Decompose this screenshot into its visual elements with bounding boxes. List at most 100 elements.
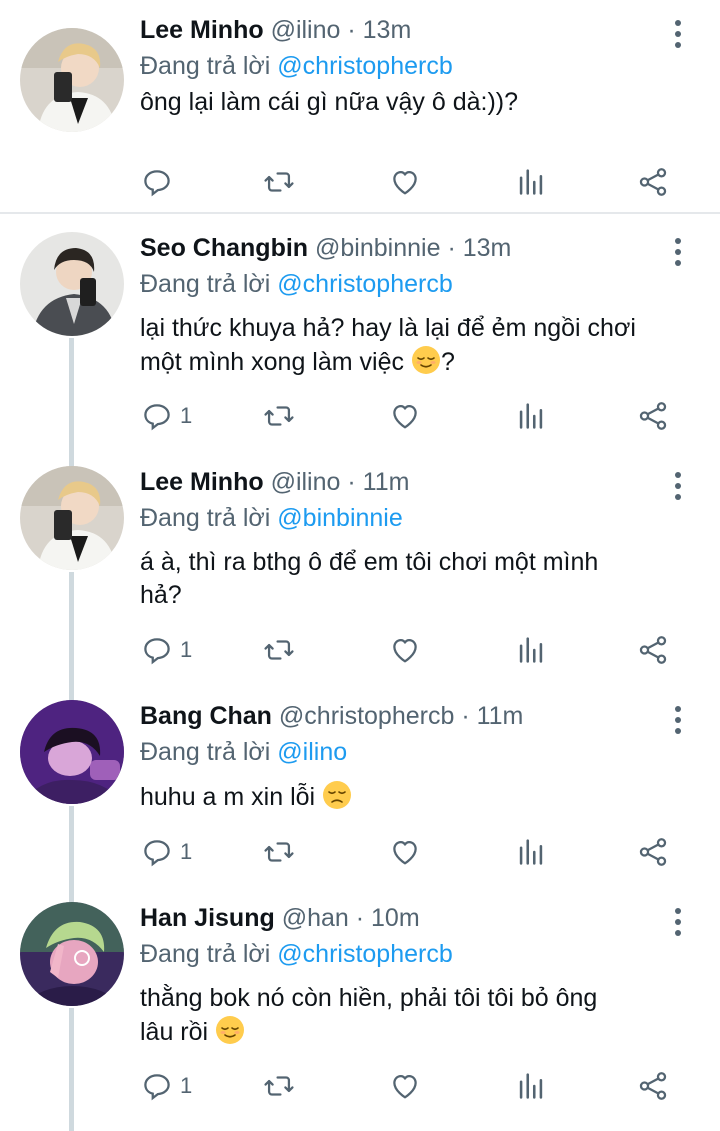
timestamp[interactable]: 11m (477, 702, 524, 730)
reply-icon (144, 404, 170, 431)
tweet-actions: 1 (140, 1066, 700, 1106)
tweet[interactable]: Lee Minho @ilino · 13m Đang trả lời @chr… (0, 0, 720, 212)
display-name[interactable]: Han Jisung (140, 904, 275, 932)
more-options-icon[interactable] (668, 236, 688, 268)
tweet-header: Lee Minho @ilino · 13m (140, 14, 411, 46)
more-options-icon[interactable] (668, 704, 688, 736)
avatar[interactable] (20, 466, 124, 570)
analytics-button[interactable] (514, 832, 548, 872)
replying-to-label: Đang trả lời (140, 52, 271, 80)
retweet-button[interactable] (262, 1066, 296, 1106)
like-button[interactable] (388, 832, 422, 872)
share-icon (639, 168, 667, 196)
display-name[interactable]: Seo Changbin (140, 234, 308, 262)
replying-to-label: Đang trả lời (140, 270, 271, 298)
tweet-text-segment: huhu a m xin lỗi (140, 783, 323, 811)
share-button[interactable] (636, 832, 670, 872)
share-button[interactable] (636, 162, 670, 202)
reply-count: 1 (180, 839, 193, 864)
analytics-icon (519, 637, 543, 663)
retweet-icon (264, 1076, 294, 1096)
reply-button[interactable]: 1 (140, 832, 192, 872)
replying-to-label: Đang trả lời (140, 940, 271, 968)
tweet-header: Seo Changbin @binbinnie · 13m (140, 232, 511, 264)
analytics-button[interactable] (514, 162, 548, 202)
tweet-text: lại thức khuya hả? hay là lại để ẻm ngồi… (140, 312, 695, 379)
heart-icon (393, 638, 417, 663)
tweet[interactable]: Bang Chan @christophercb · 11m Đang trả … (0, 684, 720, 886)
mention-link[interactable]: @binbinnie (277, 504, 402, 532)
relieved-face-emoji-icon (411, 346, 440, 374)
avatar[interactable] (20, 28, 124, 132)
replying-to: Đang trả lời @christophercb (140, 938, 453, 970)
timestamp[interactable]: 11m (363, 468, 410, 496)
retweet-button[interactable] (262, 832, 296, 872)
reply-count: 1 (180, 403, 193, 428)
like-button[interactable] (388, 162, 422, 202)
more-options-icon[interactable] (668, 470, 688, 502)
share-button[interactable] (636, 630, 670, 670)
display-name[interactable]: Bang Chan (140, 702, 272, 730)
share-icon (639, 1072, 667, 1100)
disappointed-face-emoji-icon (323, 781, 352, 809)
retweet-button[interactable] (262, 162, 296, 202)
share-icon (639, 838, 667, 866)
tweet-text-segment: lâu rồi (140, 1018, 216, 1046)
mention-link[interactable]: @christophercb (277, 52, 452, 80)
dot-separator: · (461, 702, 470, 730)
more-options-icon[interactable] (668, 906, 688, 938)
retweet-icon (264, 640, 294, 660)
tweet-actions: 1 (140, 396, 700, 436)
display-name[interactable]: Lee Minho (140, 468, 264, 496)
tweet-divider (0, 212, 720, 214)
tweet[interactable]: Han Jisung @han · 10m Đang trả lời @chri… (0, 886, 720, 1131)
timestamp[interactable]: 13m (463, 234, 512, 262)
display-name[interactable]: Lee Minho (140, 16, 264, 44)
username[interactable]: @ilino (271, 468, 341, 496)
heart-icon (393, 404, 417, 429)
share-button[interactable] (636, 396, 670, 436)
retweet-button[interactable] (262, 396, 296, 436)
mention-link[interactable]: @christophercb (277, 940, 452, 968)
avatar[interactable] (20, 700, 124, 804)
dot-separator: · (355, 904, 365, 932)
username[interactable]: @ilino (271, 16, 341, 44)
replying-to-label: Đang trả lời (140, 504, 271, 532)
reply-button[interactable] (140, 162, 180, 202)
mention-link[interactable]: @ilino (277, 738, 347, 766)
analytics-icon (519, 403, 543, 429)
username[interactable]: @han (282, 904, 349, 932)
analytics-button[interactable] (514, 1066, 548, 1106)
tweet-text: á à, thì ra bthg ô để em tôi chơi một mì… (140, 546, 695, 612)
relieved-face-emoji-icon (216, 1016, 245, 1044)
tweet[interactable]: Lee Minho @ilino · 11m Đang trả lời @bin… (0, 450, 720, 684)
reply-button[interactable]: 1 (140, 630, 192, 670)
tweet-header: Lee Minho @ilino · 11m (140, 466, 409, 498)
timestamp[interactable]: 10m (371, 904, 420, 932)
analytics-button[interactable] (514, 396, 548, 436)
reply-icon (144, 638, 170, 665)
timestamp[interactable]: 13m (363, 16, 412, 44)
mention-link[interactable]: @christophercb (277, 270, 452, 298)
like-button[interactable] (388, 630, 422, 670)
username[interactable]: @christophercb (279, 702, 454, 730)
avatar[interactable] (20, 902, 124, 1006)
analytics-button[interactable] (514, 630, 548, 670)
tweet-text-line: á à, thì ra bthg ô để em tôi chơi một mì… (140, 548, 599, 576)
tweet-text-line: thằng bok nó còn hiền, phải tôi tôi bỏ ô… (140, 984, 598, 1012)
avatar[interactable] (20, 232, 124, 336)
retweet-button[interactable] (262, 630, 296, 670)
tweet-text-line: lại thức khuya hả? hay là lại để ẻm ngồi… (140, 314, 636, 342)
username[interactable]: @binbinnie (315, 234, 440, 262)
reply-button[interactable]: 1 (140, 396, 192, 436)
like-button[interactable] (388, 1066, 422, 1106)
share-icon (639, 636, 667, 664)
tweet-text-segment: ? (440, 348, 455, 376)
tweet-text-line: lâu rồi (140, 1015, 695, 1049)
reply-icon (144, 840, 170, 867)
share-button[interactable] (636, 1066, 670, 1106)
tweet[interactable]: Seo Changbin @binbinnie · 13m Đang trả l… (0, 216, 720, 450)
like-button[interactable] (388, 396, 422, 436)
reply-button[interactable]: 1 (140, 1066, 192, 1106)
more-options-icon[interactable] (668, 18, 688, 50)
